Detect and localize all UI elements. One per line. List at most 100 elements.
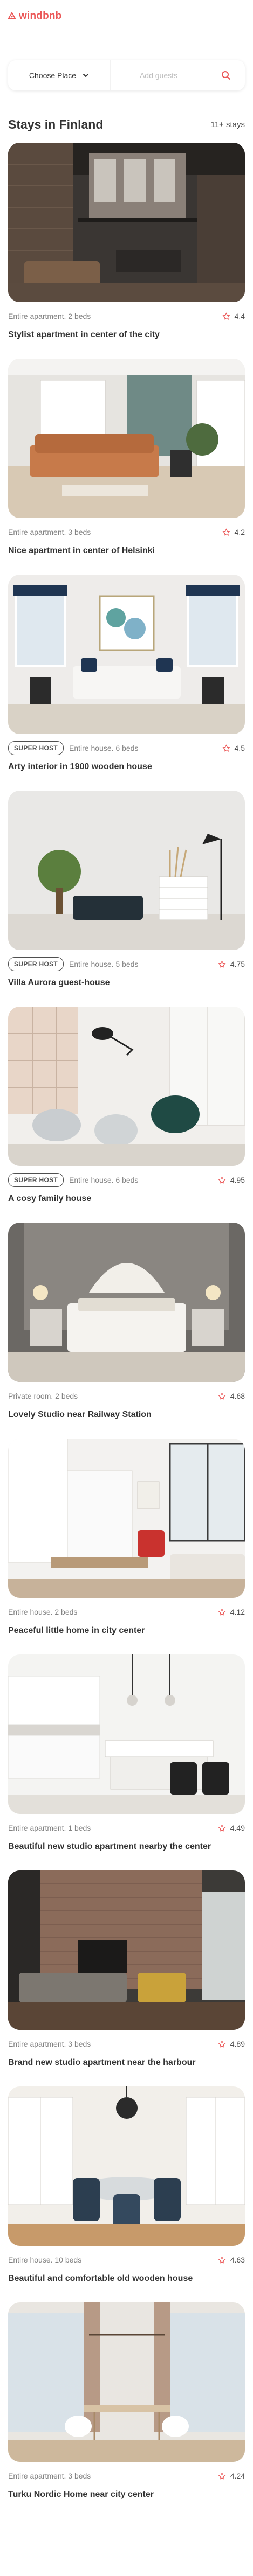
stay-title: Peaceful little home in city center: [8, 1626, 145, 1635]
stay-card[interactable]: Entire house. 10 beds 4.63 Beautiful and…: [8, 2086, 245, 2284]
stay-photo: [8, 575, 245, 734]
stay-rating: 4.95: [218, 1176, 245, 1184]
stay-card[interactable]: SUPER HOST Entire house. 6 beds 4.95 A c…: [8, 1007, 245, 1204]
stay-photo: [8, 143, 245, 302]
stay-title: Villa Aurora guest-house: [8, 978, 110, 987]
stay-meta: Entire apartment. 1 beds 4.49: [8, 1820, 245, 1835]
star-icon: [222, 528, 230, 536]
stay-title: Arty interior in 1900 wooden house: [8, 762, 152, 771]
stay-card[interactable]: Entire house. 2 beds 4.12 Peaceful littl…: [8, 1439, 245, 1636]
search-bar: Choose Place: [8, 60, 245, 90]
stays-count: 11+ stays: [210, 120, 245, 129]
stay-card[interactable]: Entire apartment. 3 beds 4.24 Turku Nord…: [8, 2302, 245, 2500]
stay-photo: [8, 2302, 245, 2462]
stay-card[interactable]: Entire apartment. 3 beds 4.89 Brand new …: [8, 1870, 245, 2068]
star-icon: [218, 2040, 226, 2048]
stay-meta: SUPER HOST Entire house. 6 beds 4.5: [8, 741, 245, 756]
location-select[interactable]: Choose Place: [8, 60, 111, 90]
star-icon: [218, 1608, 226, 1616]
stay-rating: 4.12: [218, 1608, 245, 1616]
stay-type: Entire apartment. 2 beds: [8, 312, 91, 320]
stay-rating: 4.24: [218, 2472, 245, 2480]
stay-meta: Entire apartment. 2 beds 4.4: [8, 309, 245, 324]
star-icon: [218, 1824, 226, 1832]
superhost-badge: SUPER HOST: [8, 1173, 64, 1187]
rating-value: 4.75: [230, 960, 245, 968]
stay-card[interactable]: Entire apartment. 1 beds 4.49 Beautiful …: [8, 1654, 245, 1852]
stay-meta: SUPER HOST Entire house. 6 beds 4.95: [8, 1172, 245, 1188]
chevron-down-icon: [83, 74, 89, 77]
stay-title: A cosy family house: [8, 1194, 92, 1203]
stay-rating: 4.4: [222, 312, 245, 320]
star-icon: [222, 744, 230, 752]
star-icon: [218, 2472, 226, 2480]
rating-value: 4.4: [234, 312, 245, 320]
stay-type: Entire house. 2 beds: [8, 1608, 78, 1616]
stay-rating: 4.75: [218, 960, 245, 968]
section-title: Stays in Finland: [8, 117, 104, 131]
stay-photo: [8, 2086, 245, 2246]
stay-title: Nice apartment in center of Helsinki: [8, 546, 155, 555]
stay-rating: 4.89: [218, 2040, 245, 2048]
top-bar: windbnb: [0, 0, 253, 32]
stay-meta: Private room. 2 beds 4.68: [8, 1388, 245, 1404]
stay-photo: [8, 1870, 245, 2030]
stay-title: Lovely Studio near Railway Station: [8, 1410, 152, 1419]
stay-type: Entire house. 6 beds: [69, 744, 139, 752]
stay-title: Turku Nordic Home near city center: [8, 2490, 154, 2499]
stay-meta: SUPER HOST Entire house. 5 beds 4.75: [8, 957, 245, 972]
rating-value: 4.5: [234, 744, 245, 752]
superhost-badge: SUPER HOST: [8, 957, 64, 971]
rating-value: 4.68: [230, 1392, 245, 1400]
rating-value: 4.89: [230, 2040, 245, 2048]
stay-card[interactable]: SUPER HOST Entire house. 6 beds 4.5 Arty…: [8, 575, 245, 772]
rating-value: 4.95: [230, 1176, 245, 1184]
stay-card[interactable]: Entire apartment. 2 beds 4.4 Stylist apa…: [8, 143, 245, 340]
rating-value: 4.2: [234, 528, 245, 536]
rating-value: 4.49: [230, 1824, 245, 1832]
stay-photo: [8, 791, 245, 950]
stay-type: Entire house. 5 beds: [69, 960, 139, 968]
stays-page: windbnb Choose Place Stays in Finland 11…: [0, 0, 253, 2576]
stay-rating: 4.68: [218, 1392, 245, 1400]
logo-icon: [8, 12, 16, 19]
star-icon: [218, 2256, 226, 2264]
rating-value: 4.63: [230, 2256, 245, 2264]
stay-rating: 4.63: [218, 2256, 245, 2264]
guests-input[interactable]: [126, 71, 191, 80]
star-icon: [222, 312, 230, 320]
stay-type: Entire apartment. 1 beds: [8, 1824, 91, 1832]
section-header: Stays in Finland 11+ stays: [8, 117, 245, 132]
stay-title: Beautiful and comfortable old wooden hou…: [8, 2274, 193, 2283]
guests-field-wrapper: [111, 60, 207, 90]
stay-photo: [8, 359, 245, 518]
stay-photo: [8, 1223, 245, 1382]
brand-logo[interactable]: windbnb: [8, 10, 62, 22]
stay-meta: Entire apartment. 3 beds 4.2: [8, 525, 245, 540]
stay-title: Stylist apartment in center of the city: [8, 330, 160, 339]
stay-meta: Entire house. 2 beds 4.12: [8, 1604, 245, 1619]
rating-value: 4.24: [230, 2472, 245, 2480]
stay-meta: Entire apartment. 3 beds 4.89: [8, 2036, 245, 2051]
stay-card[interactable]: SUPER HOST Entire house. 5 beds 4.75 Vil…: [8, 791, 245, 988]
location-value: Choose Place: [29, 71, 77, 80]
stay-meta: Entire house. 10 beds 4.63: [8, 2252, 245, 2267]
stay-type: Entire apartment. 3 beds: [8, 2040, 91, 2048]
stay-card[interactable]: Entire apartment. 3 beds 4.2 Nice apartm…: [8, 359, 245, 556]
stay-type: Entire apartment. 3 beds: [8, 2472, 91, 2480]
superhost-badge: SUPER HOST: [8, 741, 64, 755]
search-button[interactable]: [207, 60, 245, 90]
stay-title: Brand new studio apartment near the harb…: [8, 2058, 196, 2067]
star-icon: [218, 1392, 226, 1400]
stay-card[interactable]: Private room. 2 beds 4.68 Lovely Studio …: [8, 1223, 245, 1420]
stay-meta: Entire apartment. 3 beds 4.24: [8, 2468, 245, 2483]
stay-photo: [8, 1439, 245, 1598]
stays-list: Entire apartment. 2 beds 4.4 Stylist apa…: [0, 143, 253, 2500]
search-icon: [222, 71, 230, 80]
stay-rating: 4.5: [222, 744, 245, 752]
stay-type: Entire house. 6 beds: [69, 1176, 139, 1184]
stay-rating: 4.2: [222, 528, 245, 536]
star-icon: [218, 960, 226, 968]
stay-type: Entire apartment. 3 beds: [8, 528, 91, 536]
rating-value: 4.12: [230, 1608, 245, 1616]
